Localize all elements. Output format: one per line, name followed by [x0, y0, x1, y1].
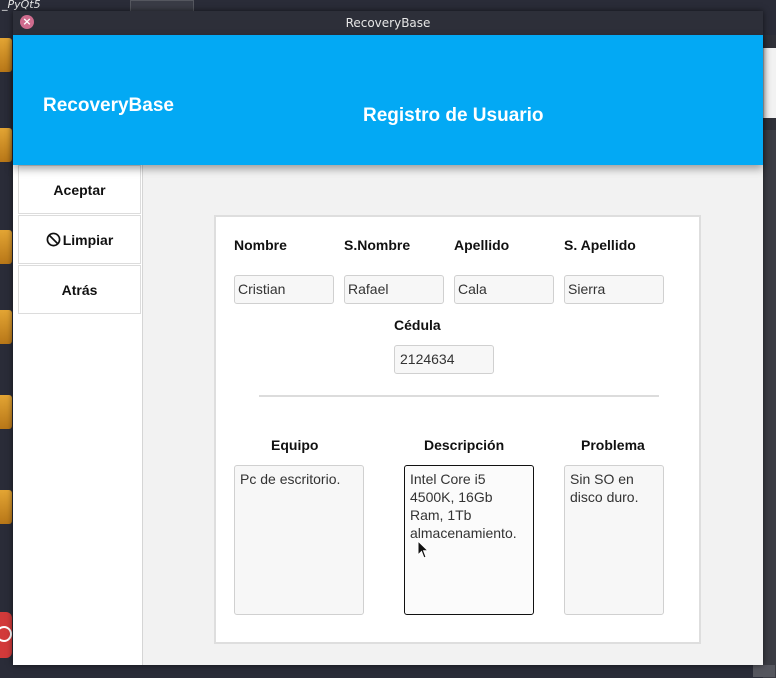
sidebar: Aceptar Limpiar Atrás — [18, 165, 143, 665]
cedula-field[interactable]: 2124634 — [394, 345, 494, 374]
descripcion-label: Descripción — [424, 437, 505, 453]
close-icon[interactable]: × — [20, 15, 34, 29]
mouse-cursor-icon — [417, 540, 430, 559]
problema-textarea[interactable]: Sin SO en disco duro. — [564, 465, 664, 615]
form-divider — [259, 395, 659, 397]
desktop-app-icon[interactable] — [0, 612, 12, 658]
desktop-folder-icon[interactable] — [0, 38, 12, 72]
problema-label: Problema — [581, 437, 645, 453]
registration-form: Nombre S.Nombre Apellido S. Apellido Cri… — [214, 215, 701, 644]
sapellido-field[interactable]: Sierra — [564, 275, 664, 304]
desktop-folder-icon[interactable] — [0, 230, 12, 264]
title-bar[interactable]: RecoveryBase × — [13, 11, 763, 35]
apellido-field[interactable]: Cala — [454, 275, 554, 304]
desktop-folder-icon[interactable] — [0, 310, 12, 344]
desktop-folder-icon[interactable] — [0, 490, 12, 524]
background-window — [753, 35, 776, 678]
header-banner: RecoveryBase Registro de Usuario — [13, 35, 763, 165]
back-button-label: Atrás — [61, 281, 98, 298]
nombre-field[interactable]: Cristian — [234, 275, 334, 304]
desktop-window-title: _PyQt5 — [2, 0, 41, 11]
back-button[interactable]: Atrás — [18, 265, 141, 314]
snombre-field[interactable]: Rafael — [344, 275, 444, 304]
accept-button-label: Aceptar — [53, 181, 106, 198]
desktop-folder-icon[interactable] — [0, 128, 12, 162]
window-title: RecoveryBase — [345, 16, 431, 30]
prohibited-icon — [46, 232, 61, 247]
clear-button-label: Limpiar — [62, 231, 114, 248]
page-title: Registro de Usuario — [363, 105, 544, 126]
snombre-label: S.Nombre — [344, 237, 411, 253]
desktop-folder-icon[interactable] — [0, 395, 12, 429]
brand-label: RecoveryBase — [43, 95, 174, 116]
app-window: RecoveryBase × RecoveryBase Registro de … — [13, 11, 763, 665]
accept-button[interactable]: Aceptar — [18, 165, 141, 214]
content-area: Nombre S.Nombre Apellido S. Apellido Cri… — [143, 165, 763, 665]
cedula-label: Cédula — [394, 317, 441, 333]
nombre-label: Nombre — [234, 237, 287, 253]
clear-button[interactable]: Limpiar — [18, 215, 141, 264]
sapellido-label: S. Apellido — [564, 237, 636, 253]
equipo-textarea[interactable]: Pc de escritorio. — [234, 465, 364, 615]
equipo-label: Equipo — [271, 437, 319, 453]
apellido-label: Apellido — [454, 237, 510, 253]
